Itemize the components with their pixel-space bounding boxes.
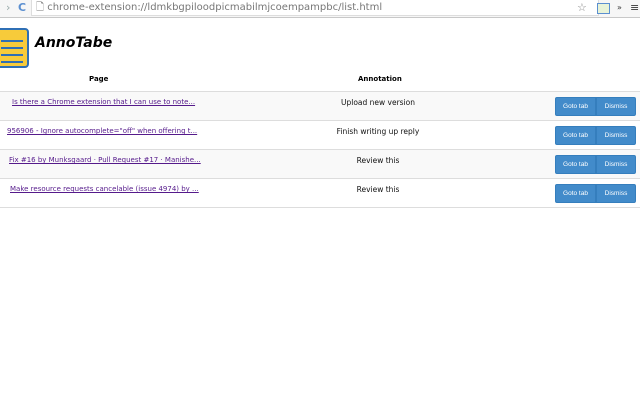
annotation-text: Review this xyxy=(356,156,400,165)
header-page: Page xyxy=(89,75,109,83)
page-link[interactable]: 956906 - Ignore autocomplete="off" when … xyxy=(7,127,197,135)
table-row: Fix #16 by Munksgaard · Pull Request #17… xyxy=(0,149,640,178)
goto-tab-button[interactable]: Goto tab xyxy=(555,97,596,116)
extension-icon[interactable] xyxy=(597,3,610,14)
page-link[interactable]: Fix #16 by Munksgaard · Pull Request #17… xyxy=(9,156,201,164)
browser-toolbar: › C 🗋 chrome-extension://ldmkbgpiloodpic… xyxy=(0,0,640,18)
dismiss-button[interactable]: Dismiss xyxy=(596,126,636,145)
star-icon[interactable]: ☆ xyxy=(577,1,587,14)
dismiss-button[interactable]: Dismiss xyxy=(596,184,636,203)
menu-icon[interactable]: ≡ xyxy=(630,1,639,14)
address-bar[interactable]: 🗋 chrome-extension://ldmkbgpiloodpicmabi… xyxy=(31,0,599,16)
page-link[interactable]: Make resource requests cancelable (issue… xyxy=(10,185,199,193)
app-title: AnnoTabe xyxy=(35,35,113,51)
forward-icon[interactable]: › xyxy=(6,1,10,14)
url-text: chrome-extension://ldmkbgpiloodpicmabilm… xyxy=(47,2,383,13)
page-link[interactable]: Is there a Chrome extension that I can u… xyxy=(12,98,195,106)
goto-tab-button[interactable]: Goto tab xyxy=(555,126,596,145)
annotation-text: Finish writing up reply xyxy=(336,127,420,136)
goto-tab-button[interactable]: Goto tab xyxy=(555,155,596,174)
goto-tab-button[interactable]: Goto tab xyxy=(555,184,596,203)
annotabe-logo xyxy=(0,28,29,68)
page-icon: 🗋 xyxy=(36,2,48,13)
annotation-text: Upload new version xyxy=(340,98,416,107)
dismiss-button[interactable]: Dismiss xyxy=(596,155,636,174)
reload-icon[interactable]: C xyxy=(18,1,26,14)
table-row: Is there a Chrome extension that I can u… xyxy=(0,91,640,120)
table-row: Make resource requests cancelable (issue… xyxy=(0,178,640,208)
overflow-icon[interactable]: » xyxy=(617,3,622,12)
header-annotation: Annotation xyxy=(358,75,402,83)
dismiss-button[interactable]: Dismiss xyxy=(596,97,636,116)
table-row: 956906 - Ignore autocomplete="off" when … xyxy=(0,120,640,149)
annotation-text: Review this xyxy=(356,185,400,194)
